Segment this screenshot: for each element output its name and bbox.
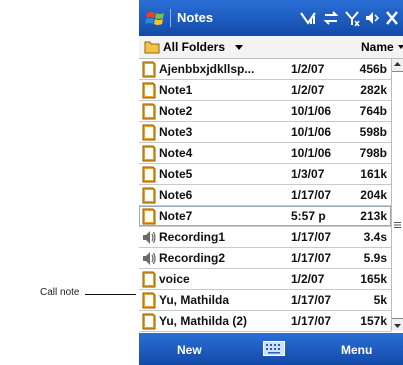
- speaker-icon: [143, 252, 156, 265]
- item-name: Note1: [159, 83, 193, 97]
- item-size: 764b: [359, 104, 387, 118]
- title-separator: [170, 9, 171, 27]
- keyboard-icon[interactable]: [263, 341, 285, 356]
- callout-label: Call note: [40, 287, 80, 298]
- note-row[interactable]: Note7 5:57 p 213k: [139, 206, 391, 227]
- item-size: 165k: [360, 272, 387, 286]
- note-row[interactable]: Note1 1/2/07 282k: [139, 80, 391, 101]
- scroll-down-icon[interactable]: [392, 320, 403, 331]
- sort-dropdown[interactable]: Name: [361, 40, 394, 54]
- item-size: 798b: [359, 146, 387, 160]
- note-row[interactable]: Note3 10/1/06 598b: [139, 122, 391, 143]
- new-button[interactable]: New: [177, 343, 202, 357]
- item-name: Recording1: [159, 230, 226, 244]
- note-icon: [142, 187, 156, 204]
- item-date: 1/17/07: [291, 293, 332, 307]
- window-title: Notes: [177, 10, 214, 25]
- item-name: Note3: [159, 125, 193, 139]
- item-size: 204k: [360, 188, 387, 202]
- signal-icon[interactable]: [299, 9, 317, 27]
- recording-row[interactable]: Recording1 1/17/07 3.4s: [139, 227, 391, 248]
- item-date: 5:57 p: [291, 209, 326, 223]
- menu-bar: New Menu: [139, 333, 403, 365]
- note-icon: [142, 292, 156, 309]
- item-date: 1/17/07: [291, 251, 332, 265]
- note-icon: [142, 145, 156, 162]
- note-row[interactable]: Note5 1/3/07 161k: [139, 164, 391, 185]
- note-row[interactable]: Note6 1/17/07 204k: [139, 185, 391, 206]
- note-row[interactable]: voice 1/2/07 165k: [139, 269, 391, 290]
- item-name: Note4: [159, 146, 193, 160]
- note-icon: [142, 103, 156, 120]
- title-bar: Notes: [139, 0, 403, 36]
- item-date: 10/1/06: [291, 104, 332, 118]
- item-date: 1/17/07: [291, 314, 332, 328]
- windows-flag-icon[interactable]: [145, 8, 167, 28]
- item-name: voice: [159, 272, 190, 286]
- note-icon: [142, 124, 156, 141]
- item-size: 5k: [373, 293, 387, 307]
- item-size: 598b: [359, 125, 387, 139]
- item-size: 456b: [359, 62, 387, 76]
- grip-icon: [394, 222, 401, 228]
- recording-row[interactable]: Recording2 1/17/07 5.9s: [139, 248, 391, 269]
- note-row[interactable]: Ajenbbxjdkllsp... 1/2/07 456b: [139, 59, 391, 80]
- note-icon: [142, 166, 156, 183]
- item-date: 1/2/07: [291, 62, 325, 76]
- folder-dropdown[interactable]: All Folders: [163, 40, 225, 54]
- item-size: 213k: [360, 209, 387, 223]
- item-name: Note7: [159, 209, 193, 223]
- item-date: 1/2/07: [291, 83, 325, 97]
- item-date: 1/3/07: [291, 167, 325, 181]
- scrollbar[interactable]: [391, 59, 403, 331]
- speaker-icon: [143, 231, 156, 244]
- folder-icon[interactable]: [144, 40, 160, 54]
- item-size: 5.9s: [363, 251, 387, 265]
- item-size: 3.4s: [363, 230, 387, 244]
- item-name: Yu, Mathilda: [159, 293, 230, 307]
- note-row[interactable]: Yu, Mathilda (2) 1/17/07 157k: [139, 311, 391, 332]
- sync-icon[interactable]: [323, 9, 339, 27]
- item-name: Note5: [159, 167, 193, 181]
- notes-list: Ajenbbxjdkllsp... 1/2/07 456b Note1 1/2/07 28…: [139, 59, 391, 332]
- scroll-up-icon[interactable]: [392, 59, 403, 70]
- item-date: 10/1/06: [291, 125, 332, 139]
- item-date: 10/1/06: [291, 146, 332, 160]
- item-name: Note6: [159, 188, 193, 202]
- scroll-thumb[interactable]: [392, 71, 403, 319]
- sort-chevron-down-icon[interactable]: [398, 45, 403, 49]
- item-date: 1/2/07: [291, 272, 325, 286]
- note-row[interactable]: Note4 10/1/06 798b: [139, 143, 391, 164]
- note-icon: [142, 271, 156, 288]
- item-size: 157k: [360, 314, 387, 328]
- note-row[interactable]: Yu, Mathilda 1/17/07 5k: [139, 290, 391, 311]
- note-icon: [142, 82, 156, 99]
- item-name: Recording2: [159, 251, 226, 265]
- callout-line: [85, 294, 136, 295]
- chevron-down-icon[interactable]: [235, 45, 243, 50]
- note-icon: [142, 61, 156, 78]
- note-row[interactable]: Note2 10/1/06 764b: [139, 101, 391, 122]
- item-date: 1/17/07: [291, 230, 332, 244]
- list-header: All Folders Name: [139, 36, 403, 59]
- item-name: Ajenbbxjdkllsp...: [159, 62, 255, 76]
- no-signal-icon[interactable]: [344, 9, 360, 27]
- item-name: Yu, Mathilda (2): [159, 314, 248, 328]
- note-icon: [142, 313, 156, 330]
- menu-button[interactable]: Menu: [341, 343, 372, 357]
- item-date: 1/17/07: [291, 188, 332, 202]
- item-name: Note2: [159, 104, 193, 118]
- volume-icon[interactable]: [364, 9, 380, 27]
- note-icon: [142, 208, 156, 225]
- device-screen: Notes All Folders Name Ajenbbxjdkllsp...…: [139, 0, 403, 365]
- close-icon[interactable]: [385, 9, 399, 27]
- item-size: 161k: [360, 167, 387, 181]
- item-size: 282k: [360, 83, 387, 97]
